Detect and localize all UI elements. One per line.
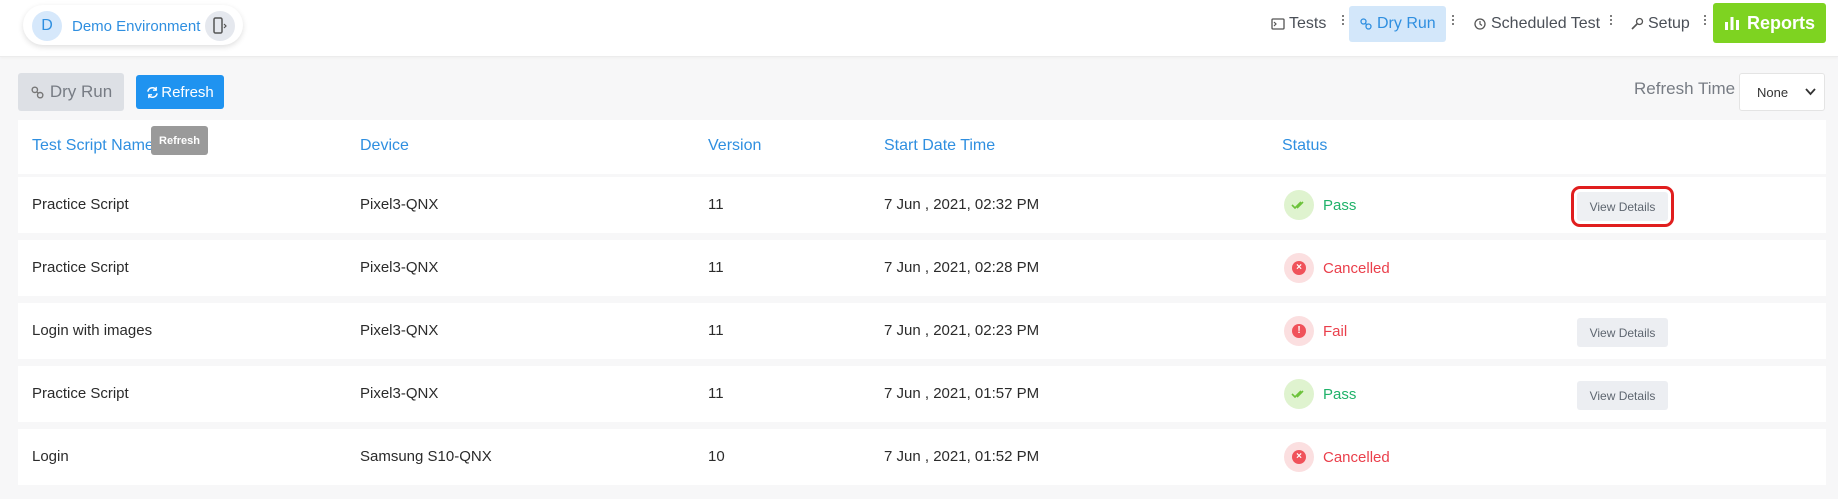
device-switch-button[interactable] (205, 11, 235, 41)
refresh-button-label: Refresh (161, 83, 214, 101)
view-details-button[interactable]: View Details (1571, 186, 1674, 227)
nav-tests-label: Tests (1289, 15, 1327, 32)
bar-chart-icon (1724, 16, 1739, 30)
status-text: Cancelled (1323, 448, 1390, 466)
reports-label: Reports (1746, 12, 1815, 33)
column-header-device[interactable]: Device (360, 137, 409, 155)
cell-script-name: Practice Script (32, 385, 129, 402)
cell-device: Pixel3-QNX (360, 196, 439, 213)
nav-dry-run[interactable]: Dry Run (1349, 6, 1446, 42)
status-badge: ! Fail (1284, 316, 1347, 346)
table-row: Practice Script Pixel3-QNX 11 7 Jun , 20… (18, 366, 1826, 422)
cell-device: Pixel3-QNX (360, 322, 439, 339)
status-badge: Pass (1284, 379, 1356, 409)
refresh-time-value: None (1757, 85, 1789, 100)
dry-run-button-label: Dry Run (49, 82, 113, 101)
dry-run-icon (1360, 18, 1372, 30)
nav-setup-label: Setup (1648, 15, 1690, 32)
status-badge: × Cancelled (1284, 253, 1390, 283)
alert-icon: ! (1284, 316, 1314, 346)
table-header: Test Script Name Device Version Start Da… (18, 120, 1826, 174)
nav-tests[interactable]: Tests (1261, 6, 1336, 42)
tests-more-icon[interactable] (1341, 14, 1345, 28)
refresh-time-select[interactable]: None (1739, 73, 1825, 111)
table-row: Practice Script Pixel3-QNX 11 7 Jun , 20… (18, 240, 1826, 296)
cancel-icon: × (1284, 253, 1314, 283)
column-header-test-script-name[interactable]: Test Script Name (32, 137, 154, 155)
cell-start-date-time: 7 Jun , 2021, 02:23 PM (884, 322, 1040, 339)
view-details-button[interactable]: View Details (1577, 318, 1668, 347)
nav-scheduled-test-label: Scheduled Test (1491, 15, 1601, 32)
cell-version: 11 (708, 196, 724, 213)
cell-device: Samsung S10-QNX (360, 448, 492, 465)
status-badge: × Cancelled (1284, 442, 1390, 472)
column-header-version[interactable]: Version (708, 137, 761, 155)
table-row: Login Samsung S10-QNX 10 7 Jun , 2021, 0… (18, 429, 1826, 485)
refresh-time-label: Refresh Time (1634, 79, 1736, 98)
mobile-device-icon (213, 17, 227, 34)
setup-more-icon[interactable] (1703, 14, 1707, 28)
cell-script-name: Practice Script (32, 259, 129, 276)
status-text: Pass (1323, 196, 1357, 214)
cell-script-name: Login with images (32, 322, 153, 339)
cell-script-name: Practice Script (32, 196, 129, 213)
nav-scheduled-test[interactable]: Scheduled Test (1463, 6, 1610, 42)
column-header-status[interactable]: Status (1282, 137, 1327, 155)
cell-script-name: Login (32, 448, 69, 465)
dry-run-button[interactable]: Dry Run (18, 73, 124, 111)
cell-device: Pixel3-QNX (360, 385, 439, 402)
nav-dry-run-label: Dry Run (1377, 15, 1436, 32)
status-text: Fail (1323, 322, 1348, 340)
column-header-start-date-time[interactable]: Start Date Time (884, 137, 995, 155)
dry-run-icon (31, 85, 44, 99)
top-bar: D Demo Environment Tests Dry Run Schedul… (0, 0, 1838, 57)
cell-start-date-time: 7 Jun , 2021, 02:32 PM (884, 196, 1040, 213)
cell-version: 10 (708, 448, 725, 465)
table-row: Practice Script Pixel3-QNX 11 7 Jun , 20… (18, 177, 1826, 233)
cell-device: Pixel3-QNX (360, 259, 439, 276)
refresh-tooltip: Refresh (151, 126, 208, 155)
dry-run-more-icon[interactable] (1451, 14, 1455, 28)
status-text: Pass (1323, 385, 1357, 403)
reports-button[interactable]: Reports (1713, 3, 1826, 43)
table-row: Login with images Pixel3-QNX 11 7 Jun , … (18, 303, 1826, 359)
chevron-down-icon (1805, 88, 1816, 96)
refresh-button[interactable]: Refresh (136, 75, 224, 109)
refresh-icon (147, 86, 159, 98)
nav-setup[interactable]: Setup (1620, 6, 1700, 42)
cell-start-date-time: 7 Jun , 2021, 01:52 PM (884, 448, 1040, 465)
cell-version: 11 (708, 259, 724, 276)
status-text: Cancelled (1323, 259, 1390, 277)
cell-version: 11 (708, 322, 724, 339)
view-details-button[interactable]: View Details (1577, 381, 1668, 410)
wrench-icon (1631, 17, 1644, 30)
double-check-icon (1284, 190, 1314, 220)
cancel-icon: × (1284, 442, 1314, 472)
cell-version: 11 (708, 385, 724, 402)
cell-start-date-time: 7 Jun , 2021, 02:28 PM (884, 259, 1040, 276)
tests-icon (1271, 18, 1285, 30)
cell-start-date-time: 7 Jun , 2021, 01:57 PM (884, 385, 1040, 402)
status-badge: Pass (1284, 190, 1356, 220)
scheduled-test-more-icon[interactable] (1609, 14, 1613, 28)
environment-avatar: D (32, 11, 62, 41)
environment-selector[interactable]: D Demo Environment (23, 5, 243, 45)
scheduled-test-icon (1474, 18, 1486, 30)
double-check-icon (1284, 379, 1314, 409)
environment-name: Demo Environment (72, 18, 201, 35)
